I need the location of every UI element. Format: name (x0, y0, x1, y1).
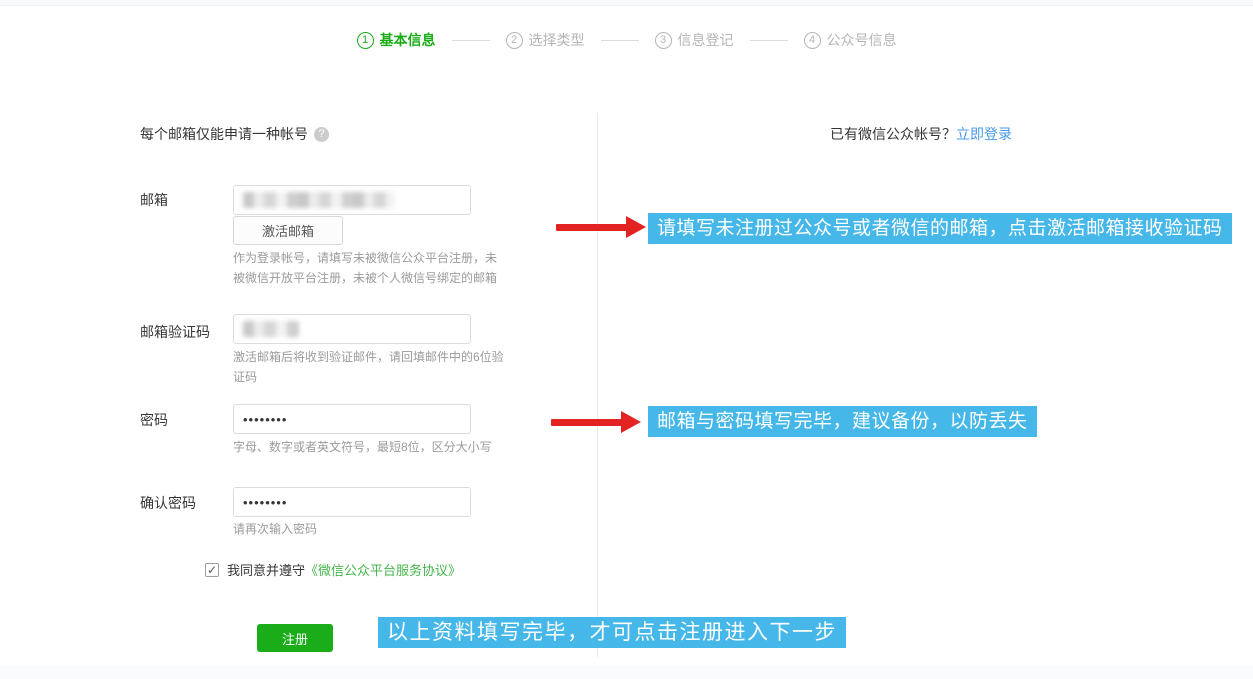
confirm-password-label: 确认密码 (140, 493, 196, 513)
email-restriction-notice: 每个邮箱仅能申请一种帐号 ? (140, 124, 329, 144)
arrow-shaft (551, 419, 623, 426)
arrow-head (626, 216, 646, 238)
service-agreement-link[interactable]: 《微信公众平台服务协议》 (305, 560, 461, 579)
top-edge-strip (0, 0, 1253, 6)
annotation-email-tip: 请填写未注册过公众号或者微信的邮箱，点击激活邮箱接收验证码 (648, 213, 1232, 244)
step-4-label: 公众号信息 (827, 30, 897, 50)
email-label: 邮箱 (140, 190, 168, 210)
column-divider (597, 113, 598, 657)
existing-account-row: 已有微信公众帐号？立即登录 (830, 124, 1012, 144)
step-2-label: 选择类型 (529, 30, 585, 50)
bottom-edge-strip (0, 665, 1253, 679)
activate-email-button[interactable]: 激活邮箱 (233, 216, 343, 245)
email-code-label: 邮箱验证码 (140, 322, 210, 342)
agreement-text: 我同意并遵守 (227, 560, 305, 579)
progress-stepper: 1 基本信息 2 选择类型 3 信息登记 4 公众号信息 (0, 30, 1253, 50)
login-now-link[interactable]: 立即登录 (956, 126, 1012, 142)
stepper-dash (750, 40, 788, 41)
step-account-info: 4 公众号信息 (804, 30, 897, 50)
arrow-head (621, 411, 641, 433)
step-basic-info: 1 基本信息 (357, 30, 436, 50)
step-1-label: 基本信息 (380, 30, 436, 50)
step-1-circle-icon: 1 (357, 32, 374, 49)
check-icon: ✓ (207, 564, 217, 576)
wechat-mp-registration-page: 1 基本信息 2 选择类型 3 信息登记 4 公众号信息 每个邮箱仅能申请一种帐… (0, 0, 1253, 679)
stepper-dash (452, 40, 490, 41)
existing-account-text: 已有微信公众帐号？ (830, 126, 956, 142)
arrow-shaft (556, 224, 628, 231)
email-help-text: 作为登录帐号，请填写未被微信公众平台注册，未被微信开放平台注册，未被个人微信号绑… (233, 248, 506, 288)
stepper-dash (601, 40, 639, 41)
step-select-type: 2 选择类型 (506, 30, 585, 50)
confirm-password-input[interactable] (233, 487, 471, 517)
agreement-checkbox[interactable]: ✓ (205, 563, 219, 577)
password-label: 密码 (140, 410, 168, 430)
annotation-password-tip: 邮箱与密码填写完毕，建议备份，以防丢失 (648, 406, 1037, 437)
help-question-icon[interactable]: ? (314, 127, 329, 142)
password-input[interactable] (233, 404, 471, 434)
step-4-circle-icon: 4 (804, 32, 821, 49)
step-3-circle-icon: 3 (655, 32, 672, 49)
step-3-label: 信息登记 (678, 30, 734, 50)
annotation-register-tip: 以上资料填写完毕，才可点击注册进入下一步 (378, 617, 846, 648)
register-button[interactable]: 注册 (257, 624, 333, 652)
agreement-row: ✓ 我同意并遵守 《微信公众平台服务协议》 (205, 560, 461, 579)
confirm-help-text: 请再次输入密码 (233, 519, 563, 539)
password-help-text: 字母、数字或者英文符号，最短8位，区分大小写 (233, 437, 563, 457)
censored-email-value (243, 192, 395, 208)
step-2-circle-icon: 2 (506, 32, 523, 49)
censored-code-value (243, 321, 299, 337)
step-info-registration: 3 信息登记 (655, 30, 734, 50)
arrow-right-icon (551, 411, 643, 433)
notice-text: 每个邮箱仅能申请一种帐号 (140, 124, 308, 144)
code-help-text: 激活邮箱后将收到验证邮件，请回填邮件中的6位验证码 (233, 347, 506, 387)
arrow-right-icon (556, 216, 648, 238)
